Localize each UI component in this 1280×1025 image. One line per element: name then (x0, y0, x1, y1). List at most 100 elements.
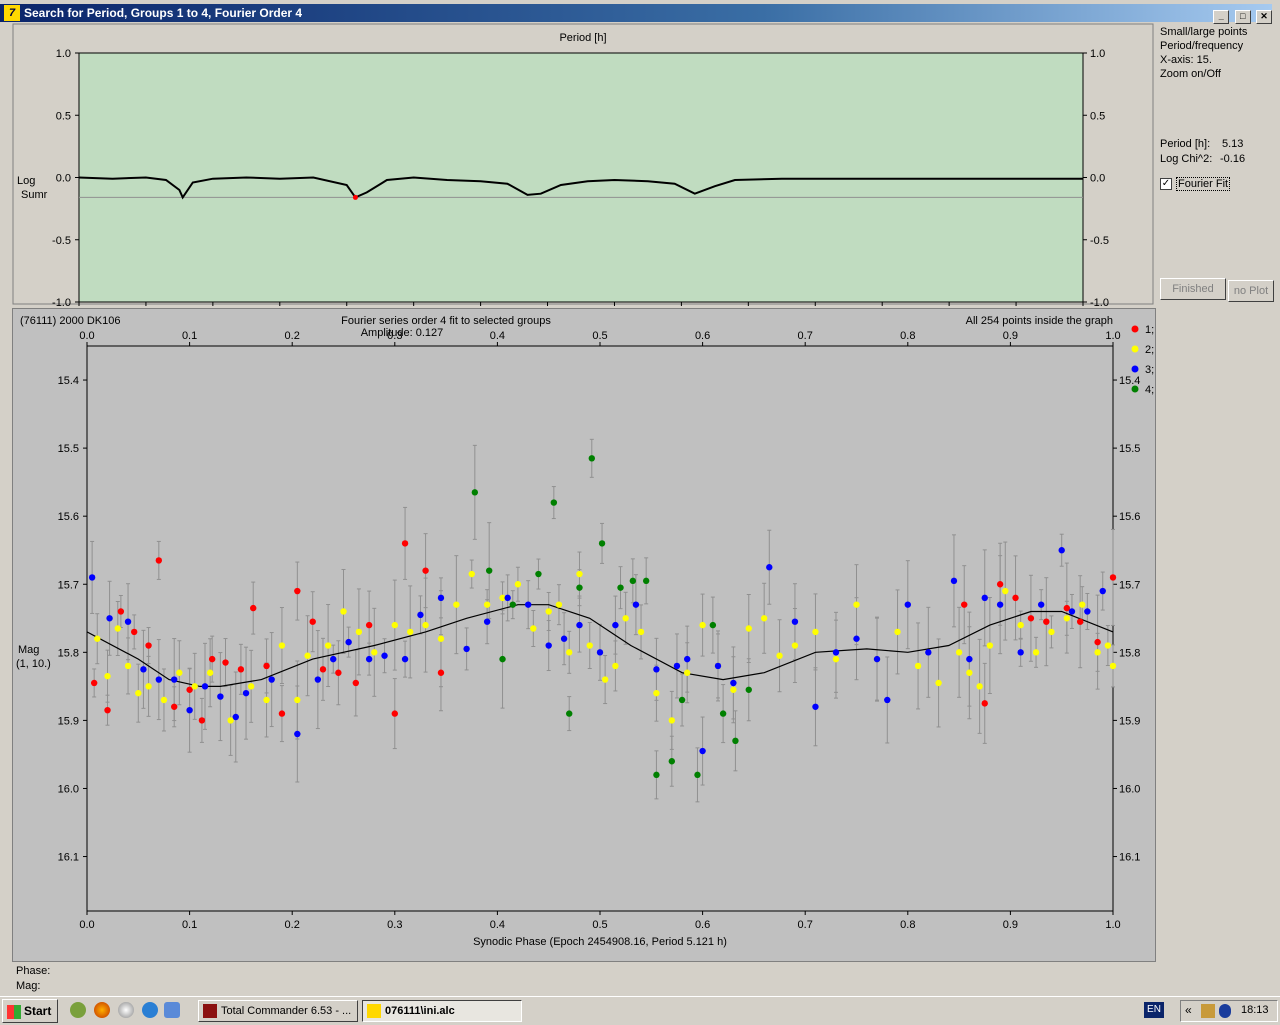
data-point-series-3 (268, 676, 275, 683)
mag-y-tick-label: 16.0 (58, 783, 79, 795)
data-point-series-3 (504, 594, 511, 602)
phase-x-tick-label-top: 0.7 (798, 330, 813, 342)
phase-x-label: Synodic Phase (Epoch 2454908.16, Period … (473, 936, 727, 948)
data-point-series-3 (106, 615, 113, 622)
data-point-series-2 (730, 686, 737, 693)
data-point-series-4 (719, 710, 727, 717)
period-search-chart[interactable]: Period [h] Log Sumr 12345678910111213141… (0, 22, 1156, 308)
data-point-series-4 (509, 601, 516, 608)
start-button[interactable]: Start (2, 999, 58, 1023)
data-point-series-3 (524, 601, 532, 608)
light-curve-chart[interactable]: (76111) 2000 DK106 Fourier series order … (12, 308, 1154, 960)
best-period-marker (352, 194, 358, 200)
mag-y-tick-label: 15.9 (58, 715, 79, 727)
data-point-series-1 (117, 608, 125, 615)
taskbar-item-total-commander[interactable]: Total Commander 6.53 - ... (198, 1000, 358, 1022)
data-point-series-3 (1058, 547, 1065, 554)
finished-button[interactable]: Finished (1160, 278, 1226, 300)
media-player-icon[interactable] (118, 1002, 134, 1018)
data-point-series-2 (637, 628, 645, 636)
show-desktop-icon[interactable] (164, 1002, 180, 1018)
zoom-option[interactable]: Zoom on/Off (1160, 68, 1221, 80)
top-y-tick-label: -0.5 (52, 235, 71, 247)
top-y-tick-label: 0.5 (56, 110, 71, 122)
taskbar-item-alc[interactable]: 076111\ini.alc (362, 1000, 522, 1022)
period-value: 5.13 (1222, 138, 1244, 150)
data-point-series-3 (294, 730, 301, 738)
data-point-series-2 (555, 601, 563, 608)
data-point-series-2 (699, 621, 706, 629)
close-icon[interactable]: ✕ (1256, 10, 1272, 24)
data-point-series-2 (566, 649, 573, 656)
data-point-series-2 (468, 570, 475, 578)
data-point-series-3 (365, 655, 373, 663)
task-label: 076111\ini.alc (385, 1005, 455, 1017)
data-point-series-3 (791, 618, 799, 625)
data-point-series-2 (453, 601, 460, 608)
data-point-series-2 (1017, 621, 1024, 629)
phase-x-tick-label: 0.2 (285, 919, 300, 931)
data-point-series-1 (90, 679, 98, 687)
data-point-series-3 (560, 635, 568, 642)
no-plot-button[interactable]: no Plot (1228, 280, 1274, 302)
data-point-series-2 (612, 662, 619, 670)
data-point-series-3 (714, 662, 722, 670)
data-point-series-2 (530, 625, 537, 632)
maximize-icon[interactable]: □ (1234, 10, 1251, 24)
tray-expand-icon[interactable]: « (1185, 1003, 1192, 1017)
data-point-series-4 (745, 686, 752, 693)
data-point-series-2 (176, 669, 183, 676)
data-point-series-2 (576, 570, 583, 578)
small-large-points-option[interactable]: Small/large points (1160, 26, 1247, 38)
data-point-series-1 (222, 659, 229, 666)
bluetooth-icon[interactable] (1219, 1004, 1231, 1018)
data-point-series-4 (576, 584, 583, 591)
phase-x-tick-label-top: 0.9 (1003, 330, 1018, 342)
internet-explorer-icon[interactable] (142, 1002, 158, 1018)
data-point-series-2 (145, 683, 152, 690)
data-point-series-2 (160, 696, 168, 704)
checkbox-check-icon[interactable]: ✓ (1160, 178, 1172, 191)
mag-y-tick-label: 15.8 (58, 647, 79, 659)
data-point-series-3 (632, 601, 640, 608)
data-point-series-1 (1043, 618, 1050, 625)
language-indicator[interactable]: EN (1144, 1002, 1164, 1018)
data-point-series-2 (601, 676, 609, 683)
data-point-series-2 (586, 642, 593, 649)
data-point-series-4 (617, 584, 624, 591)
mag-y-tick-label-right: 15.8 (1119, 647, 1140, 659)
data-point-series-3 (966, 655, 973, 663)
data-point-series-1 (104, 706, 111, 714)
data-point-series-2 (135, 689, 142, 697)
clock: 18:13 (1241, 1004, 1269, 1016)
data-point-series-2 (304, 652, 311, 659)
phase-x-tick-label: 0.9 (1003, 919, 1018, 931)
firefox-icon[interactable] (94, 1002, 110, 1018)
light-curve-title: Fourier series order 4 fit to selected g… (341, 315, 551, 327)
x-axis-option[interactable]: X-axis: 15. (1160, 54, 1212, 66)
data-point-series-3 (612, 621, 619, 629)
chi-label: Log Chi^2: (1160, 153, 1213, 165)
data-point-series-1 (130, 628, 138, 636)
data-point-series-3 (699, 747, 706, 755)
data-point-series-2 (935, 679, 942, 687)
data-point-series-2 (104, 672, 111, 680)
data-point-series-1 (1076, 618, 1084, 625)
minimize-icon[interactable]: _ (1213, 10, 1230, 24)
data-point-series-3 (186, 706, 193, 714)
data-point-series-2 (976, 683, 983, 690)
period-frequency-option[interactable]: Period/frequency (1160, 40, 1243, 52)
data-point-series-2 (278, 642, 286, 649)
data-point-series-2 (894, 628, 901, 636)
data-point-series-3 (730, 679, 737, 687)
top-y-tick-label-right: -1.0 (1090, 297, 1109, 308)
quicklaunch-app-icon[interactable] (70, 1002, 86, 1018)
fourier-fit-checkbox[interactable]: ✓ Fourier Fit (1160, 177, 1231, 191)
data-point-series-2 (545, 608, 552, 615)
data-point-series-2 (791, 642, 799, 649)
data-point-series-2 (653, 689, 660, 697)
data-point-series-2 (853, 601, 860, 608)
data-point-series-3 (1017, 649, 1024, 656)
window-titlebar[interactable]: 7 Search for Period, Groups 1 to 4, Four… (0, 4, 1272, 24)
tray-app-icon[interactable] (1201, 1004, 1215, 1018)
